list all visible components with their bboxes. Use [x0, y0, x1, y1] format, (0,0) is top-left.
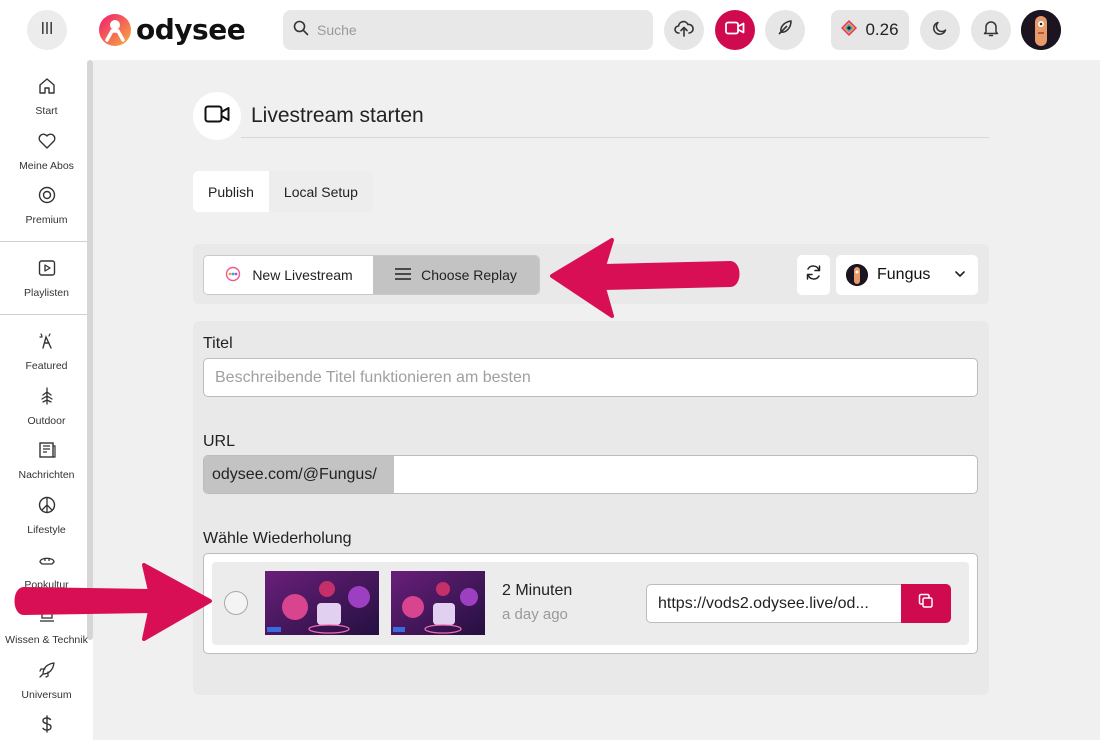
- channel-avatar: [846, 264, 868, 286]
- home-icon: [37, 76, 57, 101]
- url-prefix: odysee.com/@Fungus/: [204, 456, 394, 493]
- title-input[interactable]: [204, 359, 977, 396]
- tab-publish[interactable]: Publish: [193, 171, 269, 212]
- sidebar-item-outdoor[interactable]: Outdoor: [0, 386, 93, 427]
- search-input[interactable]: [317, 22, 637, 38]
- replay-thumbnail: [391, 571, 485, 635]
- bell-icon: [983, 19, 999, 42]
- page-title: Livestream starten: [251, 104, 424, 127]
- sidebar-item-subscriptions[interactable]: Meine Abos: [0, 131, 93, 172]
- refresh-button[interactable]: [797, 255, 830, 295]
- sidebar-item-label: Lifestyle: [27, 524, 66, 536]
- sidebar-item-start[interactable]: Start: [0, 76, 93, 117]
- logo-text: odysee: [136, 13, 246, 46]
- menu-button[interactable]: [27, 10, 67, 50]
- sidebar-item-label: Meine Abos: [19, 160, 74, 172]
- search-bar[interactable]: [283, 10, 653, 50]
- odysee-logo-icon: [99, 14, 131, 46]
- user-avatar[interactable]: [1021, 10, 1061, 50]
- sidebar-item-label: Universum: [21, 689, 72, 701]
- copy-icon: [918, 593, 934, 614]
- sidebar-divider: [0, 314, 87, 315]
- annotation-arrow-icon: [14, 563, 212, 641]
- menu-icon: [41, 21, 53, 39]
- replay-thumbnail: [265, 571, 379, 635]
- sidebar-item-lifestyle[interactable]: Lifestyle: [0, 495, 93, 536]
- odysee-logo[interactable]: odysee: [98, 12, 246, 48]
- news-icon: [37, 440, 57, 465]
- notifications-button[interactable]: [971, 10, 1011, 50]
- publish-tabs: Publish Local Setup: [193, 171, 373, 212]
- post-button[interactable]: [765, 10, 805, 50]
- playlist-icon: [37, 258, 57, 283]
- sidebar-item-crypto[interactable]: [0, 714, 93, 740]
- replay-url-field[interactable]: https://vods2.odysee.live/od...: [646, 584, 902, 623]
- credits-amount: 0.26: [865, 20, 899, 39]
- sidebar-item-featured[interactable]: Featured: [0, 331, 93, 372]
- go-live-button[interactable]: [715, 10, 755, 50]
- feather-icon: [776, 19, 794, 42]
- search-icon: [293, 20, 309, 41]
- new-livestream-label: New Livestream: [252, 267, 353, 283]
- replay-item[interactable]: 2 Minuten a day ago https://vods2.odysee…: [212, 562, 969, 645]
- rocket-icon: [37, 660, 57, 685]
- sidebar-item-premium[interactable]: Premium: [0, 185, 93, 226]
- new-livestream-button[interactable]: New Livestream: [204, 256, 373, 294]
- choose-replay-button[interactable]: Choose Replay: [373, 256, 539, 294]
- title-divider: [241, 137, 989, 138]
- video-camera-icon: [725, 21, 745, 40]
- dollar-icon: [37, 714, 57, 739]
- premium-icon: [37, 185, 57, 210]
- title-field[interactable]: [203, 358, 978, 397]
- annotation-arrow-icon: [550, 238, 740, 318]
- cloud-upload-icon: [674, 19, 694, 42]
- sidebar-item-label: Nachrichten: [18, 469, 75, 481]
- sidebar-item-label: Start: [35, 105, 58, 117]
- lbc-credits-icon: [841, 19, 858, 41]
- theme-toggle-button[interactable]: [920, 10, 960, 50]
- list-icon: [395, 267, 412, 283]
- replay-radio[interactable]: [224, 591, 248, 615]
- chevron-down-icon: [954, 267, 966, 285]
- video-camera-icon: [204, 105, 230, 128]
- featured-icon: [37, 331, 57, 356]
- url-slug-input[interactable]: [395, 456, 977, 493]
- mode-toggle: New Livestream Choose Replay: [203, 255, 540, 295]
- avatar-image: [1021, 10, 1061, 50]
- tree-icon: [37, 386, 57, 411]
- refresh-icon: [805, 264, 822, 286]
- url-label: URL: [203, 433, 236, 450]
- replay-list: 2 Minuten a day ago https://vods2.odysee…: [203, 553, 978, 654]
- upload-button[interactable]: [664, 10, 704, 50]
- tab-local-setup[interactable]: Local Setup: [268, 171, 373, 212]
- sidebar-item-label: Premium: [25, 214, 68, 226]
- title-label: Titel: [203, 335, 233, 352]
- top-header: odysee 0.26: [0, 0, 1100, 60]
- sidebar-item-playlists[interactable]: Playlisten: [0, 258, 93, 299]
- sidebar-divider: [0, 241, 87, 242]
- sidebar-item-label: Playlisten: [24, 287, 69, 299]
- replay-label: Wähle Wiederholung: [203, 530, 352, 547]
- sidebar-item-news[interactable]: Nachrichten: [0, 440, 93, 481]
- livestream-icon: [224, 266, 242, 285]
- credits-balance[interactable]: 0.26: [831, 10, 909, 50]
- livestream-form: Titel URL odysee.com/@Fungus/ Wähle Wied…: [193, 321, 989, 695]
- choose-replay-label: Choose Replay: [421, 267, 517, 283]
- url-field: odysee.com/@Fungus/: [203, 455, 978, 494]
- channel-selector[interactable]: Fungus: [836, 255, 978, 295]
- moon-icon: [932, 20, 948, 41]
- copy-url-button[interactable]: [901, 584, 951, 623]
- page-header-icon: [193, 92, 241, 140]
- url-slug-field[interactable]: [395, 456, 977, 493]
- sidebar-item-label: Outdoor: [27, 415, 66, 427]
- channel-name: Fungus: [877, 266, 931, 283]
- replay-age: a day ago: [502, 606, 568, 623]
- peace-icon: [37, 495, 57, 520]
- sidebar-item-universe[interactable]: Universum: [0, 660, 93, 701]
- heart-icon: [37, 131, 57, 156]
- sidebar-item-label: Featured: [25, 360, 68, 372]
- replay-duration: 2 Minuten: [502, 582, 573, 599]
